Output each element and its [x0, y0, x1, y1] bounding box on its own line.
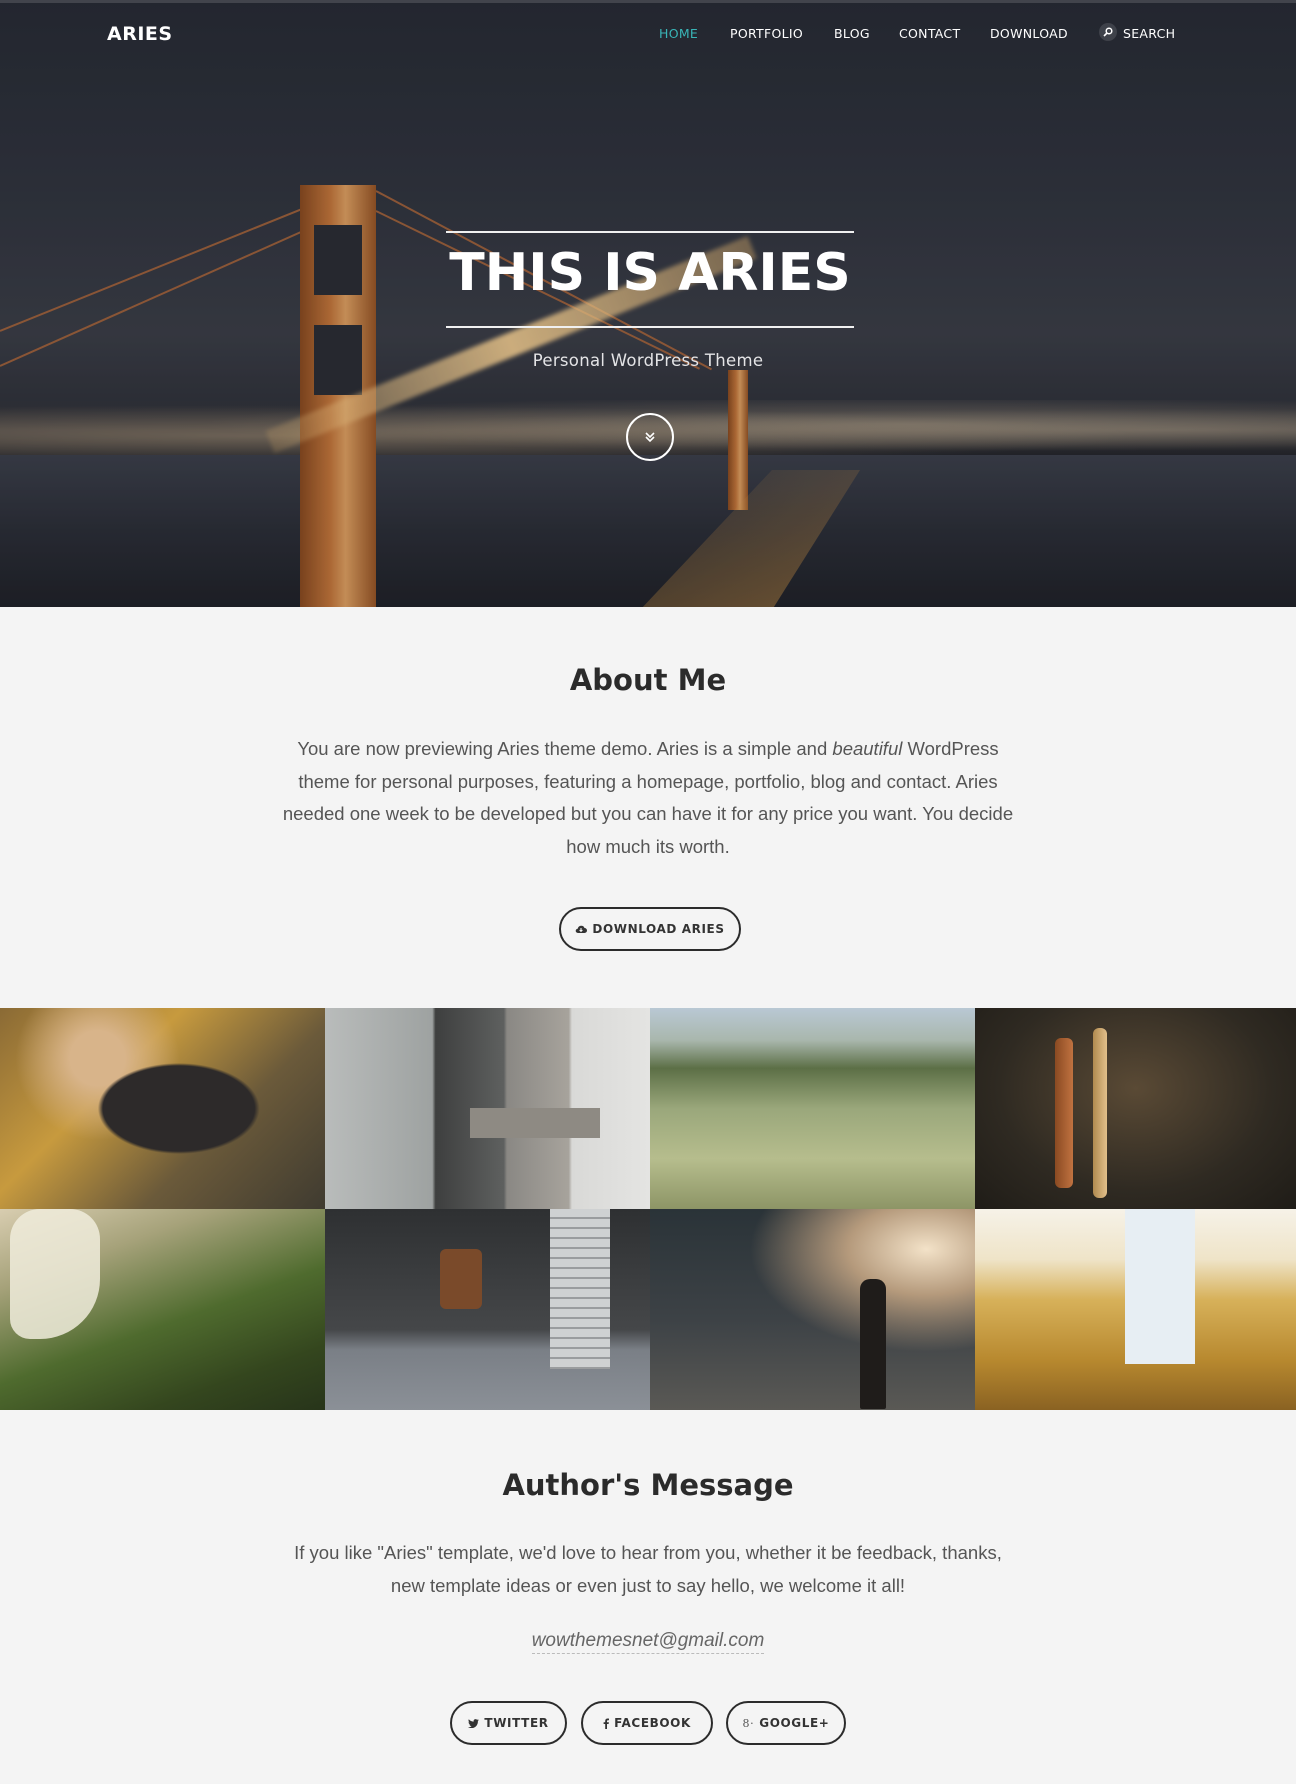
twitter-icon — [468, 1718, 480, 1728]
hero-subtitle: Personal WordPress Theme — [532, 351, 764, 370]
gallery-item[interactable] — [0, 1209, 325, 1410]
about-text: You are now previewing Aries theme demo.… — [280, 733, 1016, 863]
email-link[interactable]: wowthemesnet@gmail.com — [531, 1630, 765, 1654]
twitter-label: TWITTER — [484, 1716, 549, 1730]
hero-title: THIS IS ARIES — [449, 243, 851, 303]
nav-item-blog[interactable]: BLOG — [834, 26, 870, 41]
nav-item-home[interactable]: HOME — [659, 26, 698, 41]
author-title: Author's Message — [502, 1468, 794, 1502]
portfolio-gallery — [0, 1008, 1296, 1410]
about-title: About Me — [569, 663, 727, 697]
gallery-item[interactable] — [650, 1008, 975, 1209]
gallery-item[interactable] — [0, 1008, 325, 1209]
email-wrapper: wowthemesnet@gmail.com — [0, 1630, 1296, 1654]
cloud-download-icon — [576, 925, 588, 934]
facebook-button[interactable]: FACEBOOK — [581, 1701, 713, 1745]
facebook-label: FACEBOOK — [614, 1716, 691, 1730]
twitter-button[interactable]: TWITTER — [450, 1701, 567, 1745]
gallery-item[interactable] — [325, 1209, 650, 1410]
gallery-item[interactable] — [650, 1209, 975, 1410]
main-nav: HOME PORTFOLIO BLOG CONTACT DOWNLOAD SEA… — [0, 23, 1296, 46]
about-text-part: You are now previewing Aries theme demo.… — [297, 738, 833, 759]
gallery-item[interactable] — [325, 1008, 650, 1209]
nav-item-contact[interactable]: CONTACT — [899, 26, 960, 41]
download-aries-label: DOWNLOAD ARIES — [592, 922, 725, 936]
about-text-emphasis: beautiful — [832, 738, 903, 759]
author-text: If you like "Aries" template, we'd love … — [294, 1542, 1002, 1596]
gallery-item[interactable] — [975, 1008, 1296, 1209]
gallery-item[interactable] — [975, 1209, 1296, 1410]
nav-item-portfolio[interactable]: PORTFOLIO — [730, 26, 803, 41]
facebook-icon — [603, 1718, 610, 1729]
google-plus-label: GOOGLE+ — [759, 1716, 830, 1730]
nav-search[interactable]: SEARCH — [1099, 23, 1175, 41]
download-aries-button[interactable]: DOWNLOAD ARIES — [559, 907, 741, 951]
search-icon — [1099, 23, 1117, 41]
google-plus-icon: 8· — [742, 1716, 755, 1730]
scroll-down-button[interactable] — [626, 413, 674, 461]
double-chevron-down-icon — [645, 432, 655, 443]
hero-section: ARIES HOME PORTFOLIO BLOG CONTACT DOWNLO… — [0, 0, 1296, 607]
google-plus-button[interactable]: 8· GOOGLE+ — [726, 1701, 846, 1745]
nav-item-download[interactable]: DOWNLOAD — [990, 26, 1068, 41]
hero-title-frame: THIS IS ARIES — [446, 231, 854, 328]
search-label: SEARCH — [1123, 25, 1176, 41]
